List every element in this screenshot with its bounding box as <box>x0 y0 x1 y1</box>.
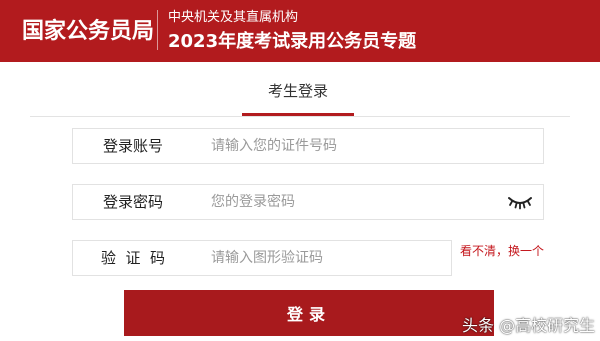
account-field: 登录账号 <box>72 128 544 164</box>
org-name: 国家公务员局 <box>22 19 155 44</box>
account-label: 登录账号 <box>102 137 163 155</box>
tab-active-indicator <box>242 113 354 116</box>
refresh-captcha-link[interactable]: 看不清，换一个 <box>460 242 544 259</box>
account-input[interactable] <box>211 131 511 161</box>
captcha-field: 验 证 码 <box>72 240 452 276</box>
site-header: 国家公务员局 中央机关及其直属机构 2023年度考试录用公务员专题 <box>0 0 600 62</box>
password-field: 登录密码 <box>72 184 544 220</box>
watermark-text: 头条 @高校研究生 <box>462 316 596 335</box>
header-subtitle-big: 2023年度考试录用公务员专题 <box>168 31 417 52</box>
login-tab-bar: 考生登录 <box>30 62 570 117</box>
password-label: 登录密码 <box>102 193 163 211</box>
eye-closed-icon[interactable] <box>507 193 533 211</box>
password-input[interactable] <box>211 187 511 217</box>
tab-candidate-login[interactable]: 考生登录 <box>258 80 338 101</box>
captcha-label: 验 证 码 <box>100 249 166 267</box>
captcha-input[interactable] <box>211 243 441 273</box>
header-subtitle-small: 中央机关及其直属机构 <box>168 10 299 25</box>
login-button[interactable]: 登录 <box>124 290 494 336</box>
header-divider <box>157 10 158 50</box>
